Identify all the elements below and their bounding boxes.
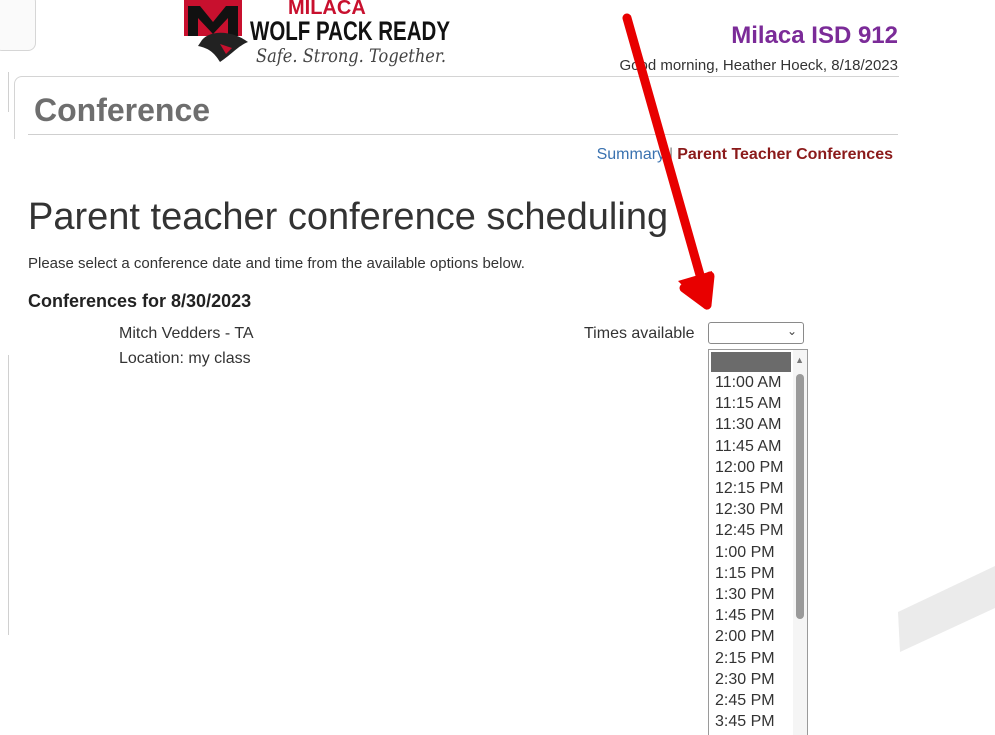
time-option[interactable]: 12:00 PM — [715, 459, 783, 477]
time-option[interactable]: 11:00 AM — [715, 374, 781, 392]
conference-date-heading: Conferences for 8/30/2023 — [28, 291, 252, 311]
teacher-name: Mitch Vedders - TA — [119, 325, 254, 342]
nav-separator: | — [669, 146, 674, 163]
chevron-down-icon: ⌄ — [786, 324, 797, 338]
time-option[interactable]: 12:30 PM — [715, 501, 783, 519]
school-logo: MILACA WOLF PACK READY Safe. Strong. Tog… — [184, 0, 450, 67]
time-option[interactable]: 1:45 PM — [715, 607, 775, 625]
scroll-up-icon[interactable]: ▲ — [795, 355, 804, 365]
instructions-text: Please select a conference date and time… — [28, 255, 525, 272]
time-option[interactable]: 11:30 AM — [715, 416, 781, 434]
time-option[interactable]: 11:15 AM — [715, 395, 781, 413]
time-option[interactable]: 2:15 PM — [715, 650, 775, 668]
breadcrumb: Summary | Parent Teacher Conferences — [597, 146, 893, 164]
time-option[interactable]: 2:45 PM — [715, 692, 775, 710]
divider — [28, 134, 898, 135]
greeting-text: Good morning, Heather Hoeck, 8/18/2023 — [619, 57, 898, 74]
time-option[interactable]: 12:15 PM — [715, 480, 783, 498]
dropdown-scrollbar[interactable]: ▲ — [793, 350, 807, 735]
time-option[interactable]: 2:30 PM — [715, 671, 775, 689]
time-option[interactable]: 2:00 PM — [715, 628, 775, 646]
scrollbar-thumb[interactable] — [796, 374, 804, 619]
window-frame-fragment — [0, 0, 36, 51]
decorative-swoosh — [898, 566, 995, 652]
time-option[interactable]: 11:45 AM — [715, 438, 781, 456]
time-option[interactable]: 1:15 PM — [715, 565, 775, 583]
highlighted-empty-option[interactable] — [711, 352, 791, 372]
logo-main-text: WOLF PACK READY — [250, 16, 450, 46]
page-title: Parent teacher conference scheduling — [28, 196, 669, 238]
time-option[interactable]: 3:45 PM — [715, 713, 775, 731]
summary-link[interactable]: Summary — [597, 146, 665, 163]
edge-line — [8, 72, 9, 112]
card-title: Conference — [34, 92, 211, 128]
time-option[interactable]: 12:45 PM — [715, 522, 783, 540]
times-select[interactable]: ⌄ — [708, 322, 804, 344]
district-name: Milaca ISD 912 — [731, 22, 898, 49]
location-text: Location: my class — [119, 350, 251, 367]
parent-teacher-conferences-tab[interactable]: Parent Teacher Conferences — [677, 146, 893, 163]
time-option[interactable]: 1:00 PM — [715, 544, 775, 562]
logo-tagline: Safe. Strong. Together. — [256, 45, 446, 67]
edge-line — [8, 355, 9, 635]
times-dropdown-list[interactable]: 11:00 AM 11:15 AM 11:30 AM 11:45 AM 12:00 PM… — [708, 349, 808, 735]
times-available-label: Times available — [584, 325, 695, 342]
time-option[interactable]: 1:30 PM — [715, 586, 775, 604]
